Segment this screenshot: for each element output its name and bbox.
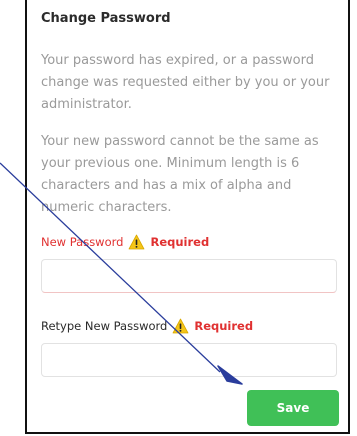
new-password-required-text: Required xyxy=(150,235,210,249)
change-password-panel: Change Password Your password has expire… xyxy=(25,0,350,434)
new-password-label: New Password xyxy=(41,235,124,249)
save-button[interactable]: Save xyxy=(247,390,339,426)
retype-password-required-text: Required xyxy=(194,319,254,333)
password-rules-message: Your new password cannot be the same as … xyxy=(41,134,319,215)
warning-icon xyxy=(172,318,189,334)
new-password-label-row: New Password Required xyxy=(41,234,209,250)
retype-password-label: Retype New Password xyxy=(41,319,168,333)
retype-password-input[interactable] xyxy=(41,343,337,377)
expired-message: Your password has expired, or a password… xyxy=(41,53,330,112)
warning-icon xyxy=(129,234,145,250)
new-password-input[interactable] xyxy=(41,259,337,293)
retype-password-label-row: Retype New Password Required xyxy=(41,318,253,334)
screenshot-canvas: Change Password Your password has expire… xyxy=(0,0,357,436)
panel-title: Change Password xyxy=(41,11,171,26)
